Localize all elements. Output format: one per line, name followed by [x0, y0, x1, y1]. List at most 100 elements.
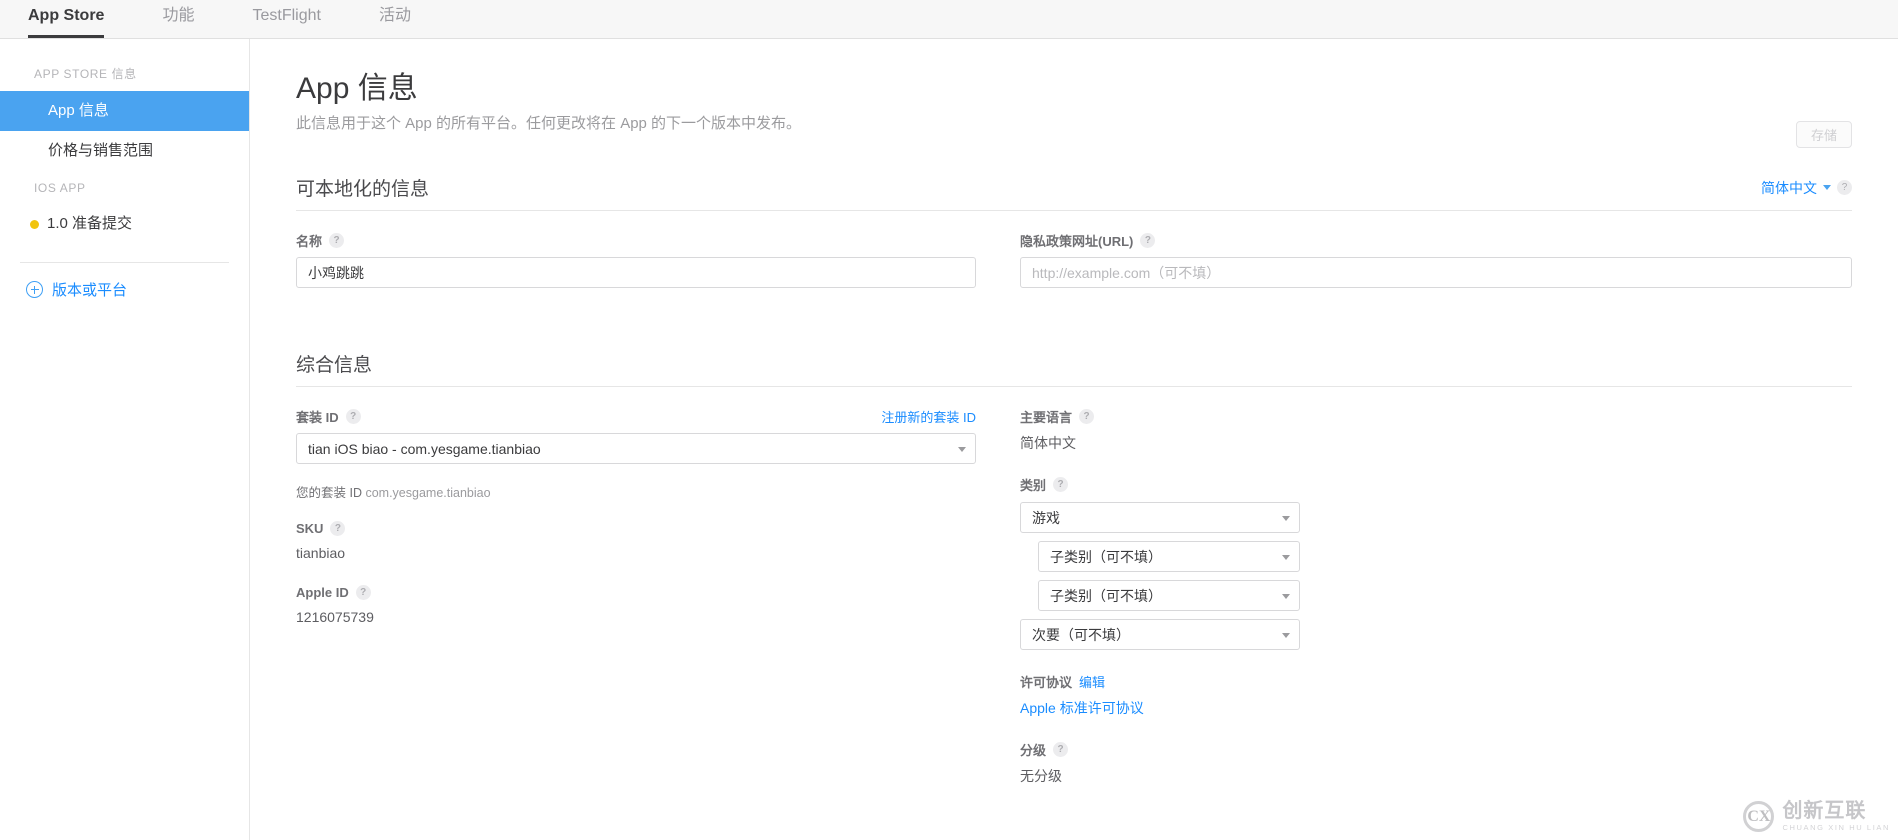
tab-testflight[interactable]: TestFlight	[252, 7, 320, 38]
field-rating-label-row: 分级 ?	[1020, 740, 1852, 759]
sidebar-section-ios-app: IOS APP	[34, 181, 86, 195]
language-selector[interactable]: 简体中文 ?	[1761, 178, 1852, 198]
primary-subcategory-1-select[interactable]: 子类别（可不填）	[1038, 541, 1300, 572]
primary-category-select[interactable]: 游戏	[1020, 502, 1300, 533]
help-icon-apple-id[interactable]: ?	[355, 585, 371, 600]
localizable-right-column: 隐私政策网址(URL) ?	[1020, 231, 1852, 310]
sidebar: APP STORE 信息 App 信息 价格与销售范围 IOS APP 1.0 …	[0, 39, 250, 840]
field-rating-label: 分级	[1020, 743, 1047, 758]
field-primary-language-label: 主要语言	[1020, 410, 1073, 425]
apple-id-value: 1216075739	[296, 609, 374, 625]
localizable-section-header: 可本地化的信息 简体中文 ?	[296, 174, 1852, 211]
chevron-down-icon	[1282, 554, 1290, 560]
watermark-logo-icon: CX	[1743, 801, 1775, 832]
field-bundle-id: 套装 ID ? 注册新的套装 ID tian iOS biao - com.ye…	[296, 407, 976, 464]
primary-subcategory-1-value: 子类别（可不填）	[1050, 548, 1162, 565]
field-apple-id-label: Apple ID	[296, 585, 349, 600]
plus-circle-icon	[26, 281, 43, 298]
secondary-category-select[interactable]: 次要（可不填）	[1020, 619, 1300, 650]
save-button[interactable]: 存储	[1796, 121, 1852, 148]
bundle-id-select-value: tian iOS biao - com.yesgame.tianbiao	[308, 440, 541, 457]
watermark: CX 创新互联 CHUANG XIN HU LIAN	[1743, 801, 1890, 832]
status-dot-icon	[30, 219, 39, 229]
watermark-cn: 创新互联	[1782, 800, 1867, 823]
field-name-label: 名称	[296, 234, 323, 249]
field-name-label-row: 名称 ?	[296, 231, 976, 250]
help-icon-category[interactable]: ?	[1053, 477, 1069, 492]
sidebar-item-version-status[interactable]: 1.0 准备提交	[0, 204, 249, 244]
bundle-id-note: 您的套装 ID com.yesgame.tianbiao	[296, 482, 976, 501]
app-store-connect-page: App Store 功能 TestFlight 活动 APP STORE 信息 …	[0, 0, 1898, 840]
field-license-agreement: 许可协议 编辑 Apple 标准许可协议	[1020, 672, 1852, 718]
field-privacy-url-label-row: 隐私政策网址(URL) ?	[1020, 231, 1852, 250]
field-apple-id-label-row: Apple ID ?	[296, 585, 976, 600]
general-right-column: 主要语言 ? 简体中文 类别 ? 游戏 子类别（可不填） 子类别（可不填） 次要…	[1020, 407, 1852, 808]
primary-subcategory-2-select[interactable]: 子类别（可不填）	[1038, 580, 1300, 611]
help-icon-sku[interactable]: ?	[330, 521, 346, 536]
general-left-column: 套装 ID ? 注册新的套装 ID tian iOS biao - com.ye…	[296, 407, 976, 808]
bundle-id-note-prefix: 您的套装 ID	[296, 486, 362, 500]
field-privacy-url-label: 隐私政策网址(URL)	[1020, 234, 1134, 249]
tab-features[interactable]: 功能	[162, 7, 194, 38]
field-sku-label: SKU	[296, 521, 324, 536]
app-name-input[interactable]	[296, 257, 976, 288]
general-information-section: 综合信息 套装 ID ? 注册新的套装 ID tian iOS biao - c…	[296, 350, 1852, 808]
license-agreement-link[interactable]: Apple 标准许可协议	[1020, 698, 1852, 718]
field-primary-language: 主要语言 ? 简体中文	[1020, 407, 1852, 453]
field-primary-language-label-row: 主要语言 ?	[1020, 407, 1852, 426]
primary-subcategory-2-value: 子类别（可不填）	[1050, 587, 1162, 604]
sku-value: tianbiao	[296, 545, 346, 561]
general-columns: 套装 ID ? 注册新的套装 ID tian iOS biao - com.ye…	[296, 407, 1852, 808]
localizable-section-title: 可本地化的信息	[296, 179, 430, 200]
field-apple-id: Apple ID ? 1216075739	[296, 585, 976, 627]
field-bundle-id-label: 套装 ID	[296, 410, 339, 425]
general-section-header: 综合信息	[296, 350, 1852, 387]
watermark-en: CHUANG XIN HU LIAN	[1782, 823, 1890, 833]
secondary-category-value: 次要（可不填）	[1032, 626, 1130, 643]
chevron-down-icon	[1282, 632, 1290, 638]
help-icon-name[interactable]: ?	[329, 233, 345, 248]
help-icon-bundle-id[interactable]: ?	[345, 409, 361, 424]
help-icon-rating[interactable]: ?	[1053, 742, 1069, 757]
field-privacy-url: 隐私政策网址(URL) ?	[1020, 231, 1852, 288]
sidebar-section-app-store-info: APP STORE 信息	[34, 67, 137, 81]
help-icon-primary-language[interactable]: ?	[1079, 409, 1095, 424]
field-name: 名称 ?	[296, 231, 976, 288]
sidebar-item-version-label: 1.0 准备提交	[47, 215, 133, 232]
bundle-id-select[interactable]: tian iOS biao - com.yesgame.tianbiao	[296, 433, 976, 464]
primary-language-value: 简体中文	[1020, 435, 1076, 451]
register-new-bundle-id-link[interactable]: 注册新的套装 ID	[881, 407, 976, 426]
language-selector-label: 简体中文	[1761, 179, 1817, 196]
sidebar-item-pricing-availability[interactable]: 价格与销售范围	[0, 131, 249, 171]
localizable-left-column: 名称 ?	[296, 231, 976, 310]
localizable-columns: 名称 ? 隐私政策网址(URL) ?	[296, 231, 1852, 310]
tab-app-store[interactable]: App Store	[28, 7, 105, 38]
field-license-label-row: 许可协议 编辑	[1020, 672, 1852, 691]
bundle-id-note-value: com.yesgame.tianbiao	[365, 486, 491, 500]
add-version-or-platform-label: 版本或平台	[52, 282, 128, 299]
field-sku-label-row: SKU ?	[296, 521, 976, 536]
privacy-policy-url-input[interactable]	[1020, 257, 1852, 288]
main-content: App 信息 此信息用于这个 App 的所有平台。任何更改将在 App 的下一个…	[250, 39, 1898, 840]
help-icon-language[interactable]: ?	[1837, 180, 1852, 195]
primary-category-value: 游戏	[1032, 509, 1060, 526]
license-edit-link[interactable]: 编辑	[1079, 672, 1105, 691]
field-category-label-row: 类别 ?	[1020, 475, 1852, 494]
sidebar-item-app-info[interactable]: App 信息	[0, 91, 249, 131]
add-version-or-platform-button[interactable]: 版本或平台	[0, 263, 249, 300]
page-subtitle: 此信息用于这个 App 的所有平台。任何更改将在 App 的下一个版本中发布。	[296, 115, 802, 132]
chevron-down-icon	[1282, 593, 1290, 599]
field-sku: SKU ? tianbiao	[296, 521, 976, 563]
chevron-down-icon	[958, 446, 966, 452]
field-bundle-id-label-row: 套装 ID ? 注册新的套装 ID	[296, 407, 976, 426]
field-category-label: 类别	[1020, 478, 1047, 493]
field-rating: 分级 ? 无分级	[1020, 740, 1852, 786]
general-section-title: 综合信息	[296, 355, 373, 376]
localizable-information-section: 可本地化的信息 简体中文 ? 名称 ? 小鸡跳跳 隐私政策网址(URL) ? h…	[296, 174, 1852, 310]
help-icon-privacy-url[interactable]: ?	[1140, 233, 1156, 248]
tab-activity[interactable]: 活动	[379, 7, 411, 38]
field-license-label: 许可协议	[1020, 675, 1073, 690]
rating-value: 无分级	[1020, 768, 1062, 784]
chevron-down-icon	[1823, 185, 1831, 190]
page-title: App 信息	[296, 72, 418, 105]
